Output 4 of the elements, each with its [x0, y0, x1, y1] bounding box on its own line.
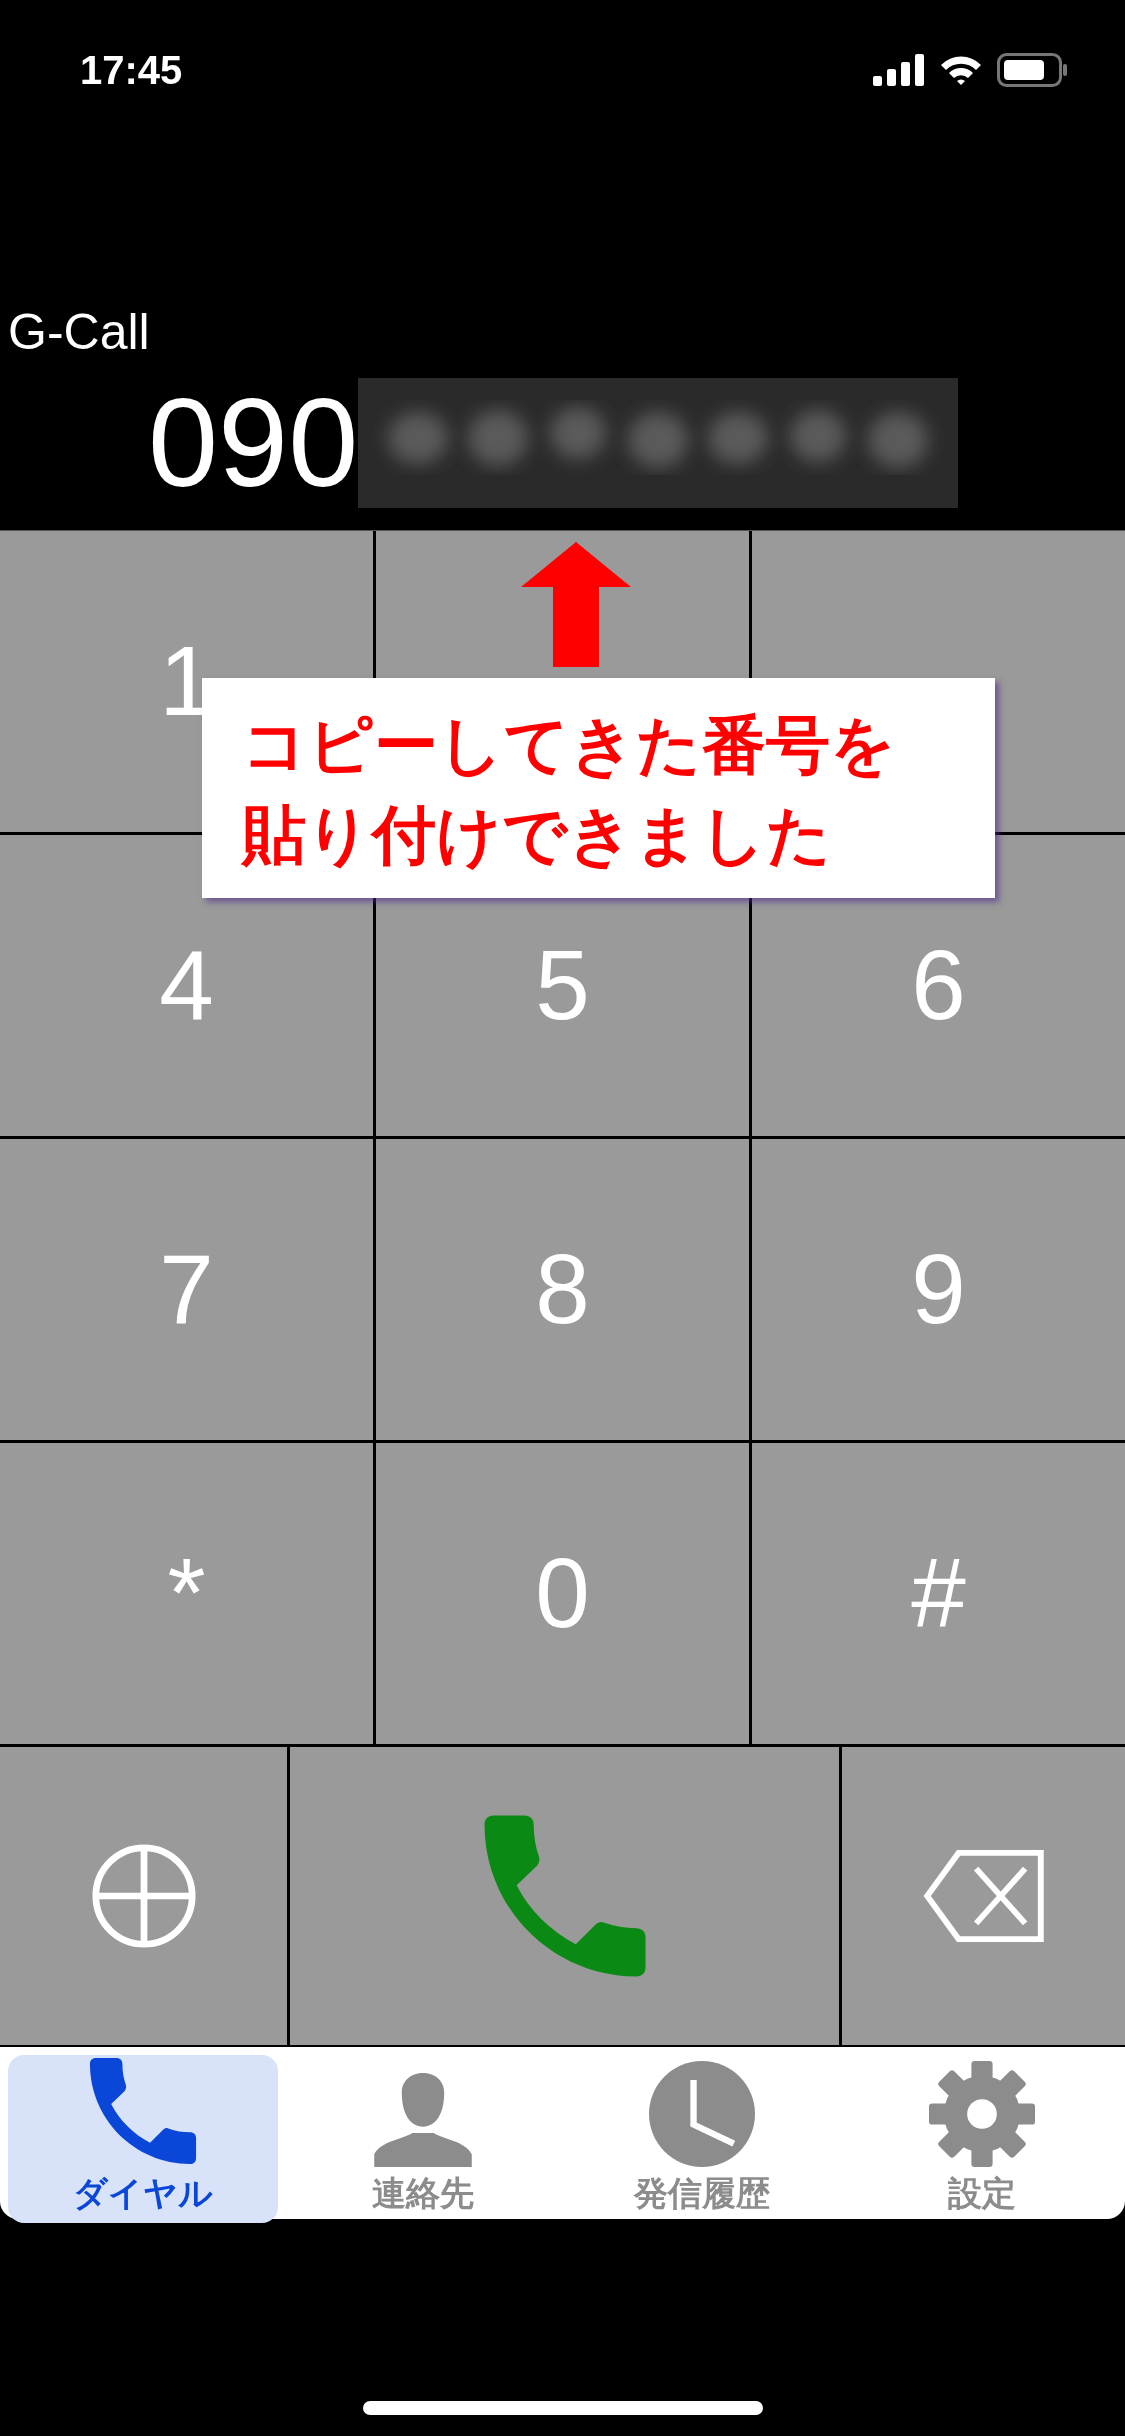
- status-time: 17:45: [80, 47, 183, 93]
- phone-number: 090: [148, 380, 359, 506]
- callout-tooltip: コピーしてきた番号を 貼り付けできました: [202, 678, 995, 898]
- app-title: G-Call: [8, 303, 150, 362]
